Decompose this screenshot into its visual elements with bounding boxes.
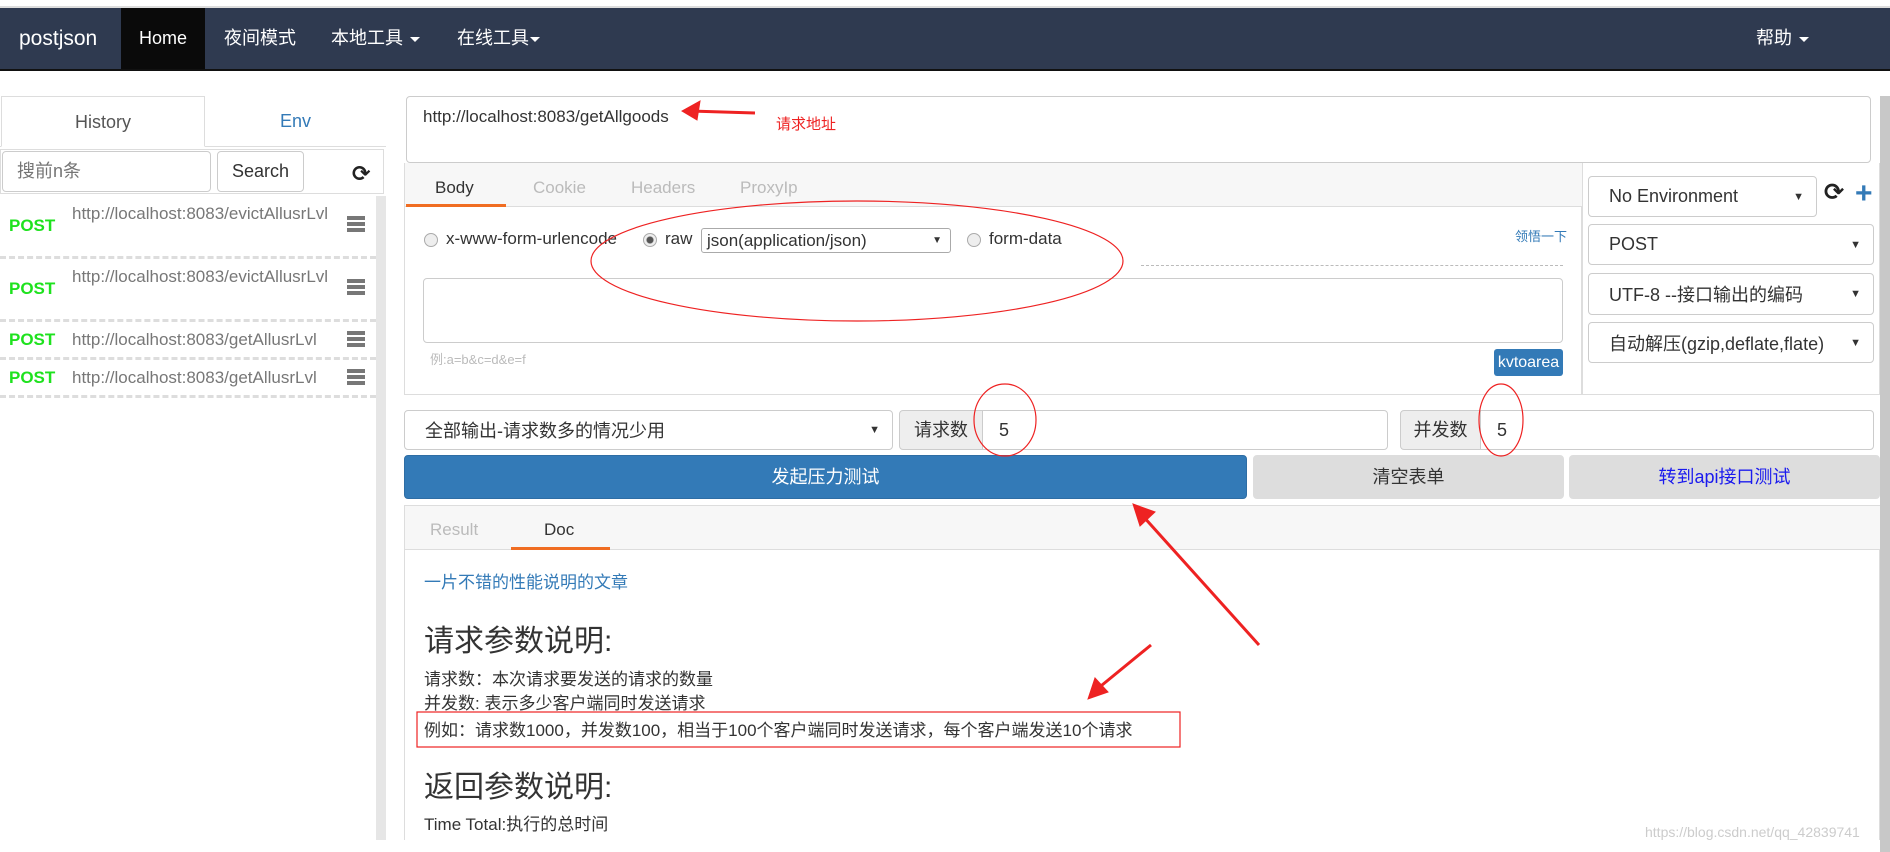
response-params-heading: 返回参数说明: (424, 771, 613, 804)
history-url: http://localhost:8083/getAllusrLvl (72, 368, 317, 387)
brand[interactable]: postjson (7, 8, 109, 69)
requests-input[interactable]: 5 (982, 410, 1388, 450)
nav-online-tools-label: 在线工具 (457, 28, 529, 48)
dropdown-arrow-icon: ▼ (1850, 238, 1861, 251)
encoding-value: UTF-8 --接口输出的编码 (1609, 285, 1803, 305)
tab-cookie[interactable]: Cookie (533, 178, 586, 198)
nav-local-tools[interactable]: 本地工具 (319, 8, 432, 69)
radio-raw[interactable]: raw (643, 229, 692, 249)
method-badge: POST (9, 216, 56, 235)
list-icon[interactable] (347, 369, 365, 385)
tab-proxyip[interactable]: ProxyIp (740, 178, 798, 198)
method-select[interactable]: POST ▼ (1588, 224, 1874, 265)
requests-label: 请求数 (899, 410, 983, 450)
kvtoarea-button[interactable]: kvtoarea (1494, 349, 1563, 376)
radio-icon[interactable] (967, 232, 981, 247)
output-mode-select[interactable]: 全部输出-请求数多的情况少用 ▼ (404, 410, 893, 450)
tab-result[interactable]: Result (430, 520, 478, 540)
chevron-down-icon (410, 36, 420, 42)
concurrency-label: 并发数 (1400, 410, 1481, 450)
tab-doc[interactable]: Doc (544, 520, 574, 540)
hint-link[interactable]: 领悟一下 (1515, 226, 1567, 245)
history-url: http://localhost:8083/evictAllusrLvl (72, 204, 329, 223)
radio-icon[interactable] (643, 232, 657, 247)
method-badge: POST (9, 279, 56, 298)
active-tab-underline (406, 204, 506, 207)
dropdown-arrow-icon: ▼ (1793, 190, 1804, 203)
nav-help-label: 帮助 (1756, 28, 1792, 48)
decompress-select[interactable]: 自动解压(gzip,deflate,flate) ▼ (1588, 322, 1874, 363)
sidebar-scrollbar[interactable] (376, 196, 386, 852)
history-item[interactable]: POST http://localhost:8083/getAllusrLvl (0, 322, 376, 360)
refresh-env-icon[interactable]: ⟳ (1824, 178, 1844, 207)
chevron-down-icon (530, 36, 540, 42)
method-badge: POST (9, 330, 56, 349)
radio-label: raw (665, 229, 693, 248)
dropdown-arrow-icon: ▼ (869, 424, 880, 436)
clear-form-button[interactable]: 清空表单 (1253, 455, 1564, 499)
navbar: postjson Home 夜间模式 本地工具 在线工具 帮助 (0, 8, 1890, 71)
concurrency-input[interactable]: 5 (1480, 410, 1874, 450)
list-icon[interactable] (347, 331, 365, 347)
history-item[interactable]: POST http://localhost:8083/evictAllusrLvl (0, 259, 376, 322)
radio-urlencode[interactable]: x-www-form-urlencode (424, 229, 617, 249)
window-top-border (0, 0, 1890, 8)
output-mode-value: 全部输出-请求数多的情况少用 (425, 421, 665, 441)
dropdown-arrow-icon: ▼ (1850, 336, 1861, 349)
active-tab-underline (511, 547, 610, 550)
nav-local-tools-label: 本地工具 (331, 28, 403, 48)
doc-line: Time Total:执行的总时间 (424, 815, 609, 832)
radio-form-data[interactable]: form-data (967, 229, 1062, 249)
body-textarea[interactable] (423, 278, 1563, 343)
history-item[interactable]: POST http://localhost:8083/evictAllusrLvl (0, 196, 376, 259)
radio-icon[interactable] (424, 232, 438, 247)
decompress-value: 自动解压(gzip,deflate,flate) (1609, 333, 1825, 354)
dropdown-arrow-icon: ▼ (932, 235, 942, 246)
environment-value: No Environment (1609, 186, 1739, 206)
api-test-button[interactable]: 转到api接口测试 (1569, 455, 1880, 499)
doc-line: 请求数：本次请求要发送的请求的数量 (424, 670, 713, 689)
result-tabbar (405, 506, 1880, 550)
tab-body[interactable]: Body (435, 178, 474, 198)
encoding-select[interactable]: UTF-8 --接口输出的编码 ▼ (1588, 273, 1874, 315)
refresh-icon[interactable]: ⟳ (352, 161, 370, 187)
raw-type-select[interactable]: json(application/json) ▼ (701, 228, 951, 253)
radio-label: form-data (989, 229, 1062, 248)
request-params-heading: 请求参数说明: (424, 625, 613, 658)
tab-headers[interactable]: Headers (631, 178, 695, 198)
watermark: https://blog.csdn.net/qq_42839741 (1645, 824, 1860, 840)
history-url: http://localhost:8083/getAllusrLvl (72, 330, 317, 349)
url-input[interactable]: http://localhost:8083/getAllgoods (406, 96, 1871, 163)
raw-type-value: json(application/json) (707, 231, 867, 250)
history-item[interactable]: POST http://localhost:8083/getAllusrLvl (0, 360, 376, 398)
nav-home[interactable]: Home (121, 8, 205, 69)
dotted-divider (1141, 265, 1563, 266)
viewport-bottom (0, 840, 1880, 852)
method-badge: POST (9, 368, 56, 387)
history-url: http://localhost:8083/evictAllusrLvl (72, 267, 329, 286)
start-stress-test-button[interactable]: 发起压力测试 (404, 455, 1247, 499)
doc-line: 例如：请求数1000，并发数100，相当于100个客户端同时发送请求，每个客户端… (424, 721, 1133, 740)
dropdown-arrow-icon: ▼ (1850, 288, 1861, 300)
url-annotation: 请求地址 (776, 116, 837, 133)
doc-line: 并发数: 表示多少客户端同时发送请求 (424, 694, 706, 713)
environment-select[interactable]: No Environment ▼ (1588, 176, 1817, 217)
nav-online-tools[interactable]: 在线工具 (445, 8, 552, 69)
list-icon[interactable] (347, 279, 365, 295)
radio-label: x-www-form-urlencode (446, 229, 617, 248)
article-link[interactable]: 一片不错的性能说明的文章 (424, 568, 628, 593)
list-icon[interactable] (347, 216, 365, 232)
page-scrollbar[interactable] (1880, 96, 1890, 852)
search-input[interactable] (2, 151, 211, 192)
search-button[interactable]: Search (217, 151, 304, 192)
tab-history[interactable]: History (1, 96, 205, 147)
method-value: POST (1609, 234, 1659, 254)
tab-env[interactable]: Env (205, 96, 386, 146)
nav-night-mode[interactable]: 夜间模式 (212, 8, 308, 69)
nav-help[interactable]: 帮助 (1744, 8, 1821, 69)
chevron-down-icon (1799, 36, 1809, 42)
body-hint: 例:a=b&c=d&e=f (430, 352, 526, 367)
add-env-icon[interactable]: + (1855, 176, 1873, 212)
